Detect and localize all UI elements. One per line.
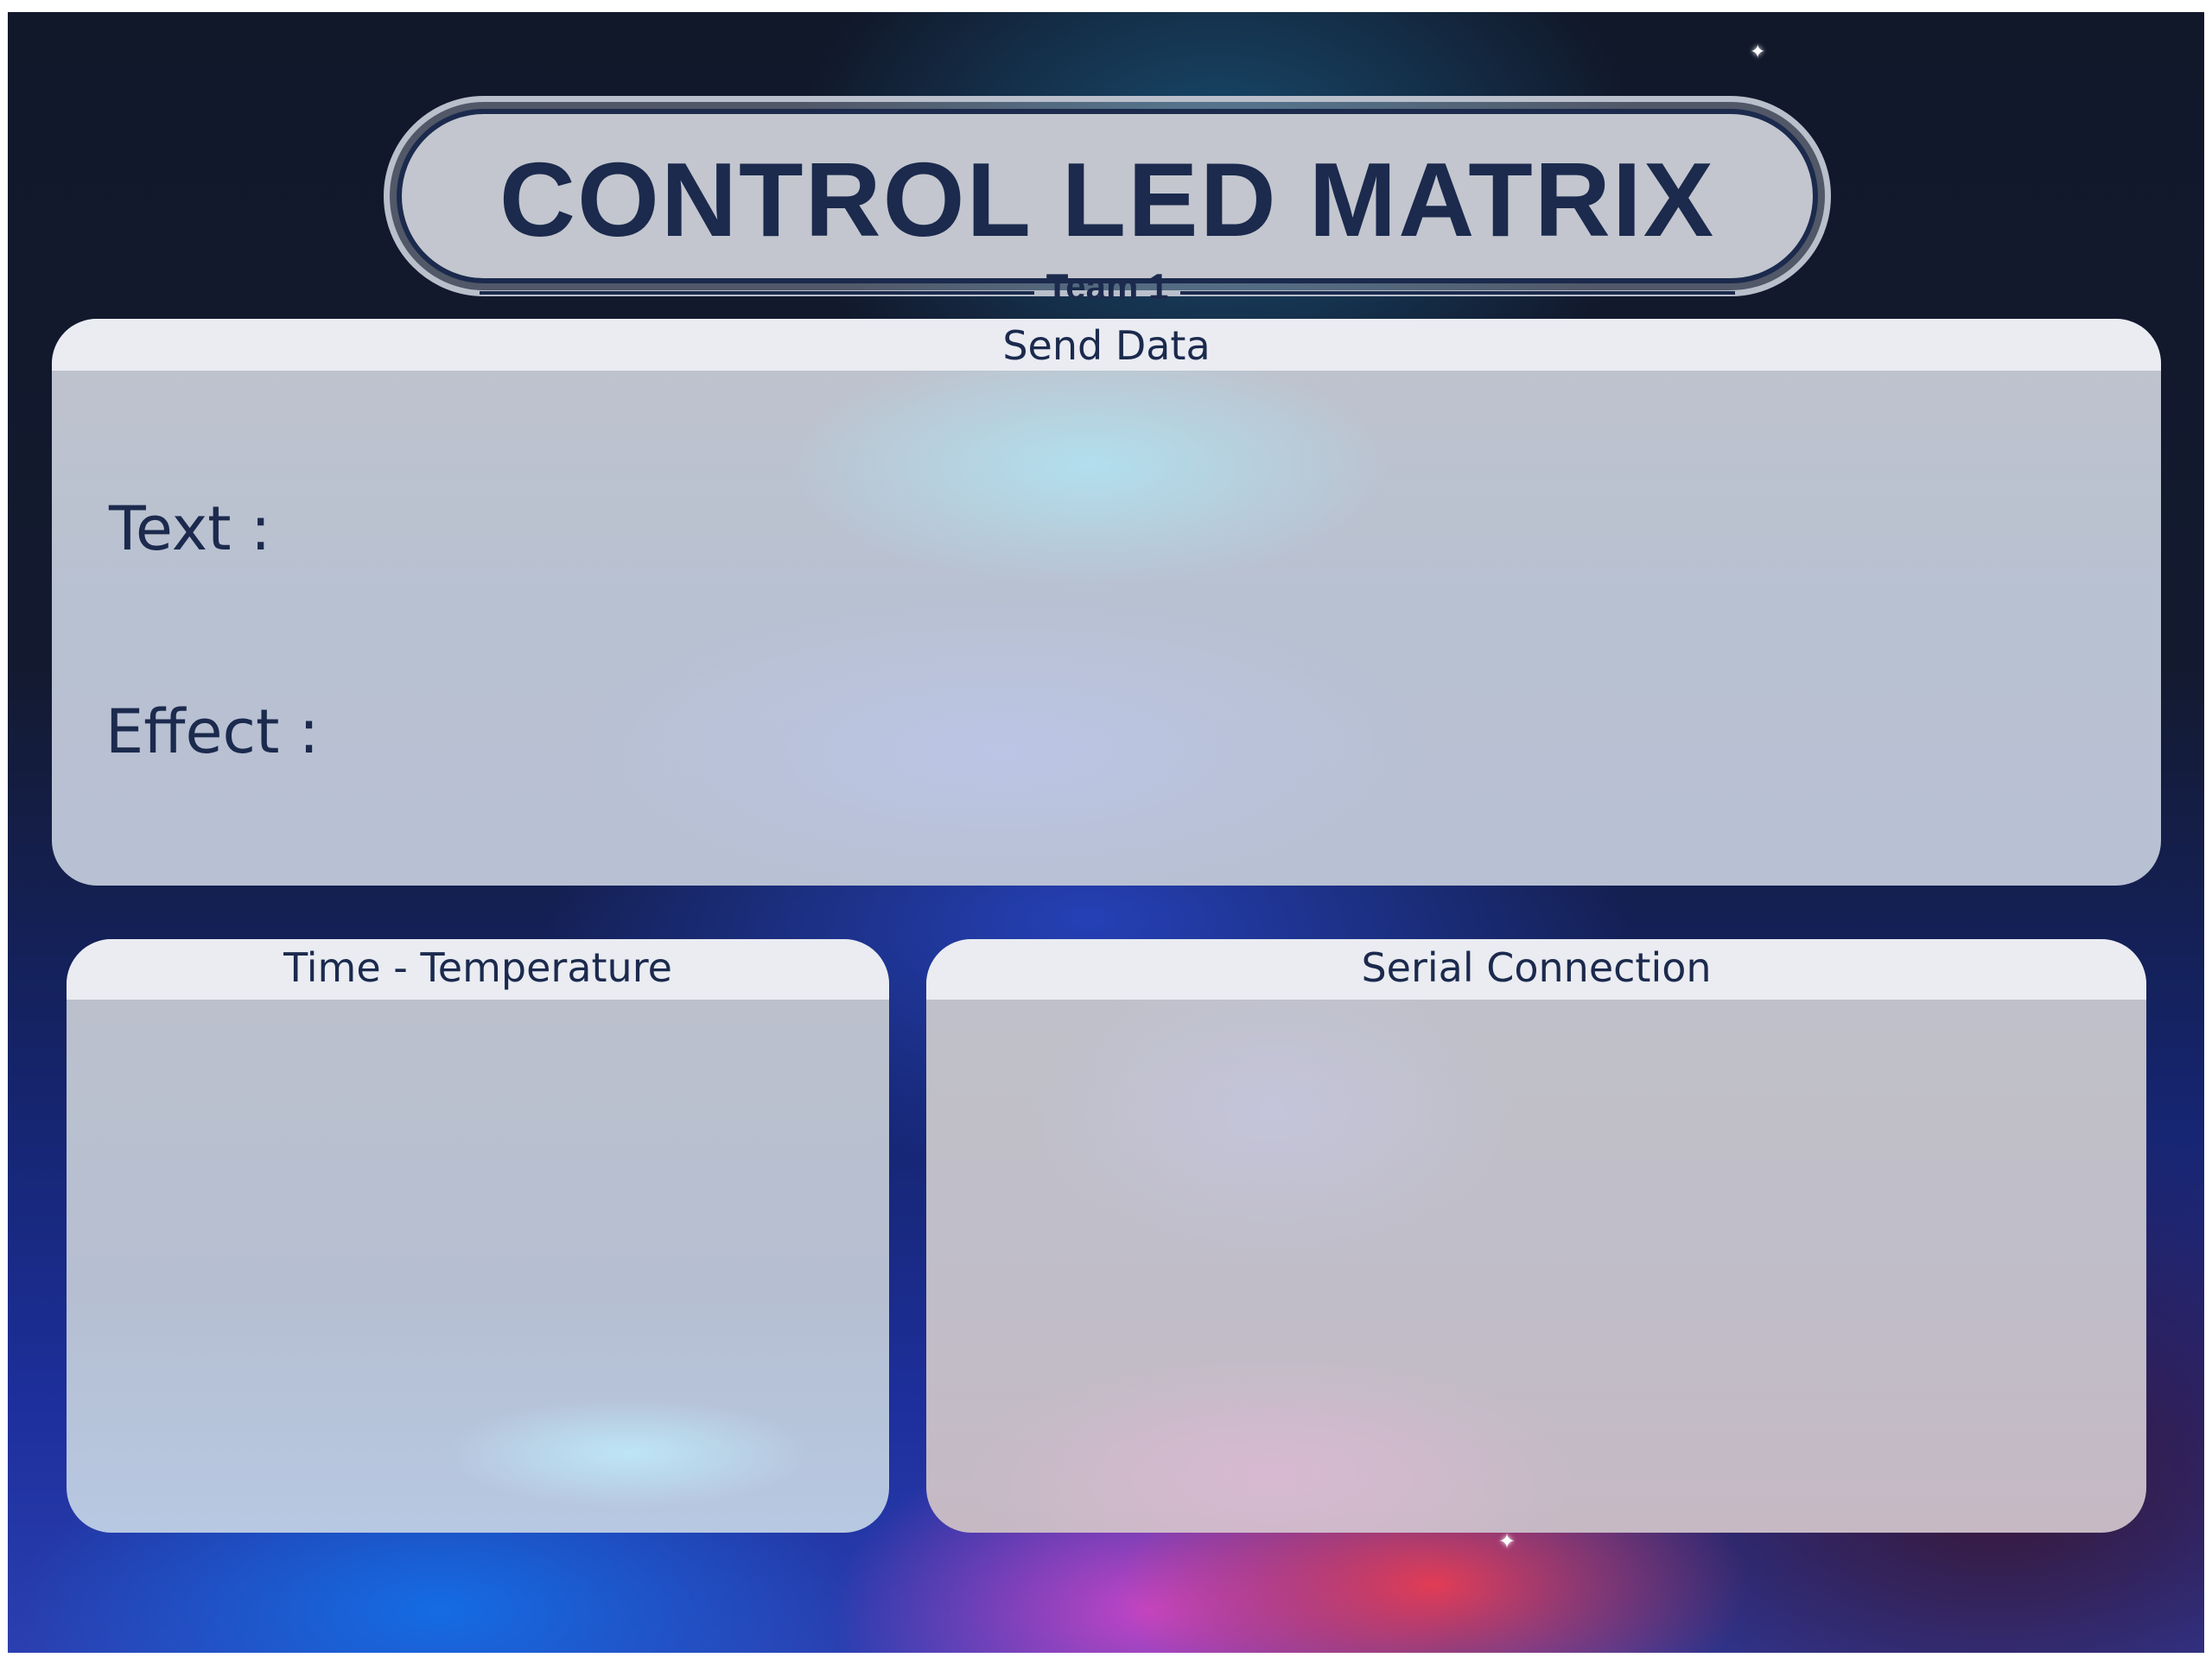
star-icon: ✦	[1498, 1529, 1516, 1553]
serial-connection-panel: Serial Connection	[926, 939, 2146, 1533]
send-data-body: Text : Effect :	[52, 371, 2161, 886]
title-banner-inner: CONTROL LED MATRIX Team 1	[397, 109, 1818, 305]
send-data-panel: Send Data Text : Effect :	[52, 319, 2161, 886]
send-data-header: Send Data	[52, 319, 2161, 371]
serial-connection-header: Serial Connection	[926, 939, 2146, 1000]
subtitle-rule-right	[1180, 291, 1736, 295]
title-banner: CONTROL LED MATRIX Team 1	[384, 96, 1831, 305]
serial-connection-body	[926, 1000, 2146, 1533]
app-title: CONTROL LED MATRIX	[499, 141, 1716, 258]
effect-label: Effect :	[105, 696, 320, 767]
subtitle-row: Team 1	[480, 266, 1736, 307]
text-label: Text :	[109, 493, 271, 564]
app-window: ✦ ✦ ✦ ✦ ✦ ✦ ✦ CONTROL LED MATRIX Team 1 …	[8, 12, 2204, 1653]
star-icon: ✦	[1750, 41, 1766, 63]
time-temperature-panel: Time - Temperature	[67, 939, 889, 1533]
team-label: Team 1	[1046, 266, 1169, 307]
time-temperature-header: Time - Temperature	[67, 939, 889, 1000]
time-temperature-body	[67, 1000, 889, 1533]
subtitle-rule-left	[480, 291, 1034, 295]
